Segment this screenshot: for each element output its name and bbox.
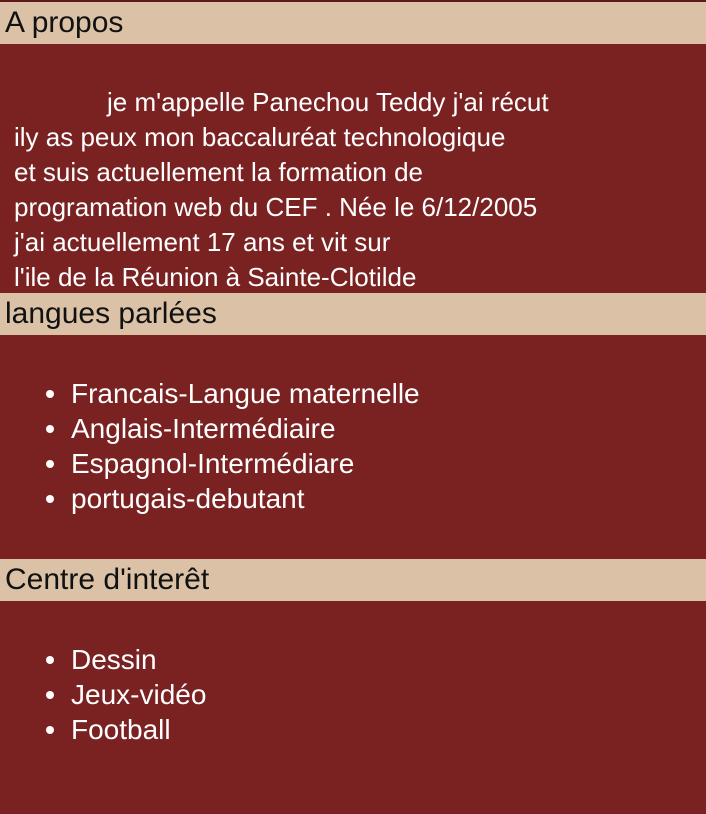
interests-list: Dessin Jeux-vidéo Football bbox=[0, 601, 706, 747]
language-item: portugais-debutant bbox=[0, 481, 706, 516]
interest-item: Football bbox=[0, 712, 706, 747]
languages-list: Francais-Langue maternelle Anglais-Inter… bbox=[0, 335, 706, 516]
about-line: programation web du CEF . Née le 6/12/20… bbox=[14, 192, 538, 222]
about-line: je m'appelle Panechou Teddy j'ai récut bbox=[107, 87, 549, 117]
language-item: Anglais-Intermédiaire bbox=[0, 411, 706, 446]
about-line: j'ai actuellement 17 ans et vit sur bbox=[14, 227, 391, 257]
section-header-interests: Centre d'interêt bbox=[0, 559, 706, 601]
section-header-about: A propos bbox=[0, 2, 706, 44]
about-line: ily as peux mon baccaluréat technologiqu… bbox=[14, 122, 506, 152]
about-line: et suis actuellement la formation de bbox=[14, 157, 423, 187]
language-item: Espagnol-Intermédiare bbox=[0, 446, 706, 481]
section-header-languages: langues parlées bbox=[0, 293, 706, 335]
page: A propos je m'appelle Panechou Teddy j'a… bbox=[0, 0, 706, 814]
about-line: l'ile de la Réunion à Sainte-Clotilde bbox=[14, 262, 417, 292]
about-text: je m'appelle Panechou Teddy j'ai récut i… bbox=[0, 44, 706, 293]
interest-item: Jeux-vidéo bbox=[0, 677, 706, 712]
language-item: Francais-Langue maternelle bbox=[0, 376, 706, 411]
interest-item: Dessin bbox=[0, 642, 706, 677]
